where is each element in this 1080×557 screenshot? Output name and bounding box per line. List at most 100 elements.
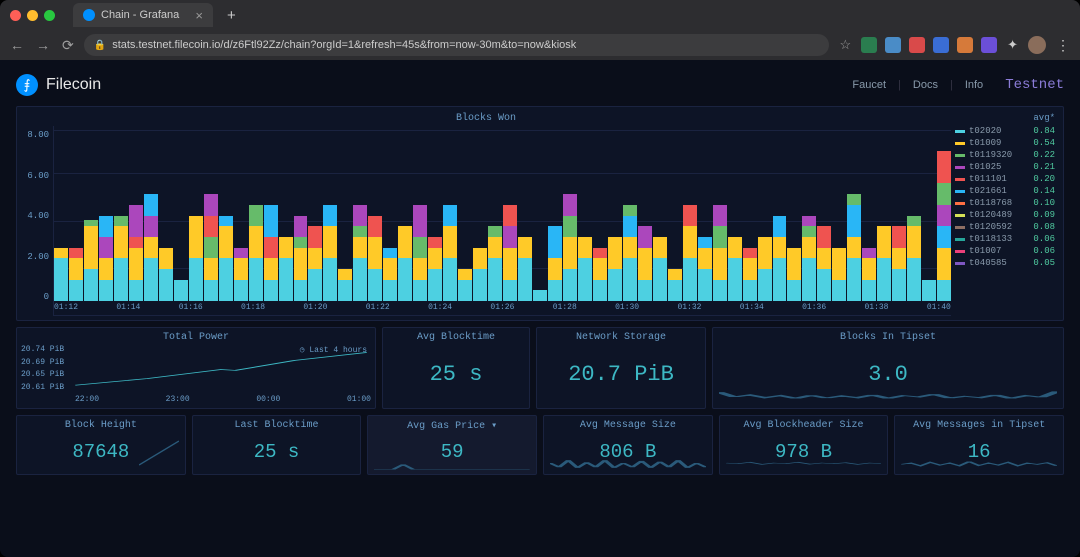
bar-column[interactable] [832,130,846,301]
bar-column[interactable] [294,130,308,301]
bar-column[interactable] [847,130,861,301]
bar-column[interactable] [338,130,352,301]
forward-button[interactable]: → [36,37,50,54]
bar-column[interactable] [892,130,906,301]
bar-column[interactable] [698,130,712,301]
bar-column[interactable] [174,130,188,301]
bar-column[interactable] [503,130,517,301]
nav-info[interactable]: Info [957,79,991,91]
bar-column[interactable] [653,130,667,301]
bar-column[interactable] [623,130,637,301]
extension-icon[interactable] [909,37,925,53]
bar-column[interactable] [458,130,472,301]
bar-column[interactable] [937,130,951,301]
bar-column[interactable] [219,130,233,301]
bar-column[interactable] [533,130,547,301]
bar-column[interactable] [144,130,158,301]
bar-column[interactable] [907,130,921,301]
bar-column[interactable] [398,130,412,301]
bar-column[interactable] [817,130,831,301]
legend-item[interactable]: t0111010.20 [955,173,1055,185]
profile-avatar[interactable] [1028,36,1046,54]
legend-item[interactable]: t010090.54 [955,137,1055,149]
bar-column[interactable] [518,130,532,301]
panel-title[interactable]: Avg Gas Price ▾ [372,420,532,434]
bar-column[interactable] [683,130,697,301]
bar-column[interactable] [308,130,322,301]
bar-column[interactable] [488,130,502,301]
new-tab-button[interactable]: + [227,7,236,24]
extension-icon[interactable] [981,37,997,53]
bar-column[interactable] [54,130,68,301]
bar-column[interactable] [802,130,816,301]
legend-item[interactable]: t01205920.08 [955,221,1055,233]
extensions-menu-icon[interactable]: ✦ [1007,37,1018,53]
bar-column[interactable] [323,130,337,301]
legend-item[interactable]: t01181330.06 [955,233,1055,245]
bar-column[interactable] [877,130,891,301]
bar-column[interactable] [234,130,248,301]
bar-column[interactable] [668,130,682,301]
tab-close-button[interactable]: × [195,8,203,23]
browser-menu-button[interactable]: ⋮ [1056,37,1070,54]
bar-column[interactable] [473,130,487,301]
reload-button[interactable]: ⟳ [62,37,74,54]
bar-column[interactable] [743,130,757,301]
bar-column[interactable] [159,130,173,301]
bar-column[interactable] [922,130,936,301]
bar-column[interactable] [638,130,652,301]
legend-item[interactable]: t0405850.05 [955,257,1055,269]
legend-item[interactable]: t01204890.09 [955,209,1055,221]
extension-icon[interactable] [885,37,901,53]
bar-column[interactable] [353,130,367,301]
bar-column[interactable] [548,130,562,301]
bar-column[interactable] [189,130,203,301]
bar-column[interactable] [279,130,293,301]
bar-column[interactable] [129,130,143,301]
bar-column[interactable] [713,130,727,301]
bar-column[interactable] [413,130,427,301]
browser-tab[interactable]: Chain - Grafana × [73,3,213,27]
extension-icon[interactable] [933,37,949,53]
bar-column[interactable] [608,130,622,301]
legend-item[interactable]: t01193200.22 [955,149,1055,161]
chart-plot[interactable]: 01:1201:1401:1601:1801:2001:2201:2401:26… [53,126,951,316]
bar-column[interactable] [862,130,876,301]
bar-column[interactable] [428,130,442,301]
legend-item[interactable]: t010070.06 [955,245,1055,257]
url-input[interactable]: 🔒 stats.testnet.filecoin.io/d/z6Ftl92Zz/… [84,34,830,56]
panel-title: Blocks Won [21,111,951,126]
legend-item[interactable]: t0216610.14 [955,185,1055,197]
bar-column[interactable] [443,130,457,301]
nav-docs[interactable]: Docs [905,79,946,91]
bar-column[interactable] [383,130,397,301]
window-minimize-button[interactable] [27,10,38,21]
window-maximize-button[interactable] [44,10,55,21]
bookmark-star-icon[interactable]: ☆ [839,37,851,53]
total-power-chart[interactable]: ◷ Last 4 hours 20.74 PiB20.69 PiB20.65 P… [21,345,371,404]
bar-column[interactable] [99,130,113,301]
bar-column[interactable] [368,130,382,301]
bar-column[interactable] [773,130,787,301]
bar-column[interactable] [249,130,263,301]
bar-column[interactable] [264,130,278,301]
legend-item[interactable]: t010250.21 [955,161,1055,173]
extension-icon[interactable] [957,37,973,53]
legend-item[interactable]: t01187680.10 [955,197,1055,209]
bar-column[interactable] [758,130,772,301]
bar-column[interactable] [69,130,83,301]
back-button[interactable]: ← [10,37,24,54]
window-close-button[interactable] [10,10,21,21]
bar-column[interactable] [563,130,577,301]
bar-column[interactable] [114,130,128,301]
extension-icon[interactable] [861,37,877,53]
bar-column[interactable] [84,130,98,301]
bar-column[interactable] [593,130,607,301]
bar-column[interactable] [787,130,801,301]
bar-column[interactable] [728,130,742,301]
legend-item[interactable]: t020200.84 [955,125,1055,137]
nav-faucet[interactable]: Faucet [844,79,894,91]
bar-column[interactable] [204,130,218,301]
bar-column[interactable] [578,130,592,301]
legend-swatch-icon [955,142,965,145]
